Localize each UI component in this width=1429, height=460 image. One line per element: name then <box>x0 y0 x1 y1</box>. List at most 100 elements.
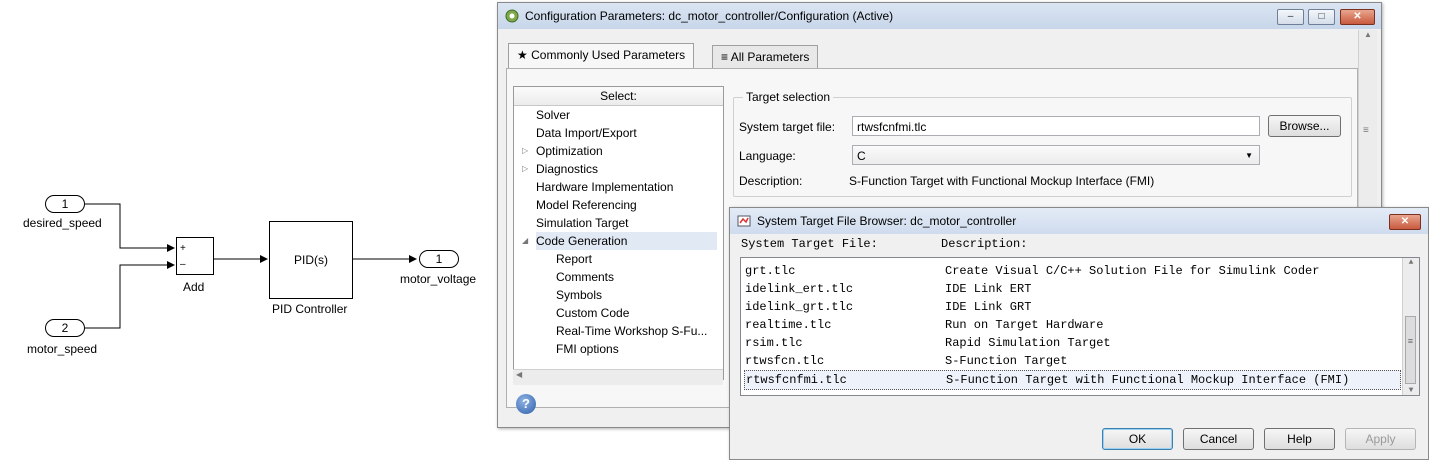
collapsed-arrow-icon[interactable]: ▷ <box>522 160 528 178</box>
tree-item[interactable]: Symbols <box>514 286 723 304</box>
stf-row-description: S-Function Target <box>945 354 1068 368</box>
star-icon: ★ <box>517 48 528 62</box>
config-titlebar[interactable]: Configuration Parameters: dc_motor_contr… <box>498 3 1381 29</box>
system-target-file-list[interactable]: grt.tlc Create Visual C/C++ Solution File… <box>740 257 1420 396</box>
tree-item-label: Symbols <box>556 288 603 302</box>
tree-item-label: Code Generation <box>536 232 718 250</box>
tree-item[interactable]: Data Import/Export <box>514 124 723 142</box>
tree-item[interactable]: Real-Time Workshop S-Fu... <box>514 322 723 340</box>
add-block[interactable]: + – <box>176 237 214 275</box>
add-block-label: Add <box>183 280 205 294</box>
scroll-up-icon[interactable]: ▲ <box>1403 258 1419 267</box>
minimize-button[interactable]: – <box>1277 9 1304 25</box>
inport-1-label: desired_speed <box>23 216 102 230</box>
outport-1-block[interactable]: 1 <box>419 250 459 268</box>
close-button[interactable]: ✕ <box>1340 9 1375 25</box>
stf-row[interactable]: idelink_ert.tlc IDE Link ERT <box>744 280 1401 298</box>
add-minus-sign: – <box>180 259 186 270</box>
tree-item[interactable]: Simulation Target <box>514 214 723 232</box>
scroll-up-icon[interactable]: ▲ <box>1359 30 1377 39</box>
description-label: Description: <box>739 174 803 188</box>
tree-item[interactable]: ▷ Optimization <box>514 142 723 160</box>
tree-item-label: Diagnostics <box>536 162 599 176</box>
tree-item[interactable]: Report <box>514 250 723 268</box>
tree-item[interactable]: Hardware Implementation <box>514 178 723 196</box>
list-icon: ≡ <box>721 50 729 64</box>
tree-item[interactable]: ▷ Diagnostics <box>514 160 723 178</box>
config-tree[interactable]: Select: Solver Data Import/Export ▷ Optimiz… <box>513 86 724 380</box>
scroll-grip-icon: ≡ <box>1407 337 1414 347</box>
tree-item[interactable]: Custom Code <box>514 304 723 322</box>
stf-row-description: Create Visual C/C++ Solution File for Si… <box>945 264 1320 278</box>
tree-header: Select: <box>514 87 723 106</box>
system-target-file-browser-window: System Target File Browser: dc_motor_con… <box>729 207 1429 460</box>
system-target-file-field[interactable]: rtwsfcnfmi.tlc <box>852 116 1260 136</box>
stf-window-title: System Target File Browser: dc_motor_con… <box>757 214 1017 228</box>
gear-icon <box>505 9 519 23</box>
pid-block-text: PID(s) <box>294 253 328 267</box>
tree-item[interactable]: FMI options <box>514 340 723 358</box>
browse-button[interactable]: Browse... <box>1268 115 1341 137</box>
tree-item[interactable]: Model Referencing <box>514 196 723 214</box>
tree-item-label: Hardware Implementation <box>536 180 674 194</box>
stf-row[interactable]: rsim.tlc Rapid Simulation Target <box>744 334 1401 352</box>
signal-lines <box>85 203 417 329</box>
stf-row-file: idelink_grt.tlc <box>745 300 854 314</box>
stf-row-description: IDE Link GRT <box>945 300 1032 314</box>
system-target-file-label: System target file: <box>739 120 836 134</box>
tree-item[interactable]: Solver <box>514 106 723 124</box>
tab-commonly-used-parameters[interactable]: ★ Commonly Used Parameters <box>508 43 695 69</box>
ok-button[interactable]: OK <box>1102 428 1173 450</box>
stf-row-file: grt.tlc <box>745 264 796 278</box>
cancel-button[interactable]: Cancel <box>1183 428 1254 450</box>
tab-label: Commonly Used Parameters <box>531 48 686 62</box>
tab-all-parameters[interactable]: ≡ All Parameters <box>712 45 819 69</box>
chevron-down-icon: ▼ <box>1245 151 1253 160</box>
help-button[interactable]: Help <box>1264 428 1335 450</box>
expanded-arrow-icon[interactable]: ◢ <box>522 232 528 250</box>
column-header-file: System Target File: <box>741 237 878 251</box>
stf-titlebar[interactable]: System Target File Browser: dc_motor_con… <box>730 208 1428 234</box>
tree-item-label: Simulation Target <box>536 216 629 230</box>
tree-item-label: Model Referencing <box>536 198 637 212</box>
inport-2-label: motor_speed <box>27 342 98 356</box>
collapsed-arrow-icon[interactable]: ▷ <box>522 142 528 160</box>
list-vertical-scrollbar[interactable]: ▲ ≡ ▼ <box>1402 258 1419 395</box>
inport-2-block[interactable]: 2 <box>45 319 85 337</box>
stf-row[interactable]: idelink_grt.tlc IDE Link GRT <box>744 298 1401 316</box>
stf-row-file: rtwsfcnfmi.tlc <box>746 373 847 387</box>
scroll-thumb[interactable]: ≡ <box>1405 316 1416 384</box>
column-header-description: Description: <box>941 237 1028 251</box>
tree-horizontal-scrollbar[interactable]: ◀ <box>513 369 723 385</box>
stf-row-file: rtwsfcn.tlc <box>745 354 825 368</box>
pid-controller-block[interactable]: PID(s) <box>269 221 353 299</box>
tree-item[interactable]: Comments <box>514 268 723 286</box>
help-icon[interactable]: ? <box>516 394 536 414</box>
signal-line-motor-speed[interactable] <box>85 261 175 329</box>
config-window-title: Configuration Parameters: dc_motor_contr… <box>525 9 894 23</box>
close-button[interactable]: ✕ <box>1389 214 1421 230</box>
add-plus-sign: + <box>180 243 186 254</box>
pid-block-label: PID Controller <box>272 302 348 316</box>
stf-row[interactable]: rtwsfcn.tlc S-Function Target <box>744 352 1401 370</box>
stf-row[interactable]: grt.tlc Create Visual C/C++ Solution File… <box>744 262 1401 280</box>
target-selection-title: Target selection <box>743 90 834 104</box>
tree-item-label: Comments <box>556 270 615 284</box>
outport-1-label: motor_voltage <box>400 272 477 286</box>
scroll-grip-icon[interactable]: ≡ <box>1363 125 1369 136</box>
scroll-left-icon[interactable]: ◀ <box>516 370 522 379</box>
stf-row-file: realtime.tlc <box>745 318 832 332</box>
tree-item-label: Report <box>556 252 593 266</box>
tree-item-label: Data Import/Export <box>536 126 637 140</box>
stf-row[interactable]: realtime.tlc Run on Target Hardware <box>744 316 1401 334</box>
tree-item[interactable]: ◢ Code Generation <box>514 232 723 250</box>
apply-button[interactable]: Apply <box>1345 428 1416 450</box>
tree-item-label: Custom Code <box>556 306 630 320</box>
simulink-icon <box>737 215 751 227</box>
stf-row-description: S-Function Target with Functional Mockup… <box>946 373 1350 387</box>
language-dropdown[interactable]: C ▼ <box>852 145 1260 165</box>
scroll-down-icon[interactable]: ▼ <box>1403 386 1419 395</box>
maximize-button[interactable]: □ <box>1308 9 1335 25</box>
stf-row[interactable]: rtwsfcnfmi.tlc S-Function Target with Fun… <box>744 370 1401 390</box>
inport-1-block[interactable]: 1 <box>45 195 85 213</box>
